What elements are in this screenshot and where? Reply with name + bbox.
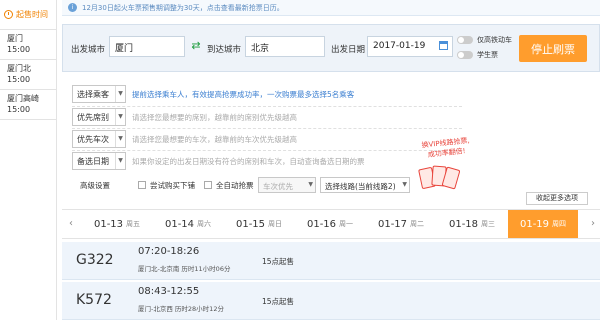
train-stations: 厦门-北京西 历时28小时12分 — [138, 305, 224, 313]
date-tab-weekday: 周六 — [197, 220, 212, 228]
calendar-icon[interactable] — [439, 41, 448, 50]
date-tab-date: 01-14 — [164, 218, 195, 230]
date-label: 出发日期 — [331, 45, 366, 55]
date-tab[interactable]: 01-18 周三 — [437, 210, 507, 238]
divider — [72, 128, 462, 129]
sidebar-header: 起售时间 — [0, 0, 56, 30]
backup-date-hint: 如果你设定的出发日期没有符合的席别和车次，自动查询备选日期的票 — [132, 157, 365, 166]
sidebar-station: 厦门 — [7, 34, 23, 43]
sidebar-station: 厦门北 — [7, 64, 31, 73]
date-tab-weekday: 周三 — [481, 220, 496, 228]
date-tab-weekday: 周四 — [552, 220, 567, 228]
info-icon: i — [68, 3, 77, 12]
date-tab[interactable]: 01-16 周一 — [295, 210, 365, 238]
to-label: 到达城市 — [207, 45, 242, 55]
promo-text: 换VIP线路抢票, 成功率翻倍! — [421, 136, 471, 161]
sidebar-item: 厦门高崎 15:00 — [0, 90, 56, 120]
student-toggle[interactable] — [457, 51, 473, 59]
sale-status: 15点起售 — [262, 297, 295, 306]
from-city-input[interactable]: 厦门 — [109, 36, 185, 57]
divider — [72, 150, 462, 151]
date-tab-weekday: 周五 — [126, 220, 141, 228]
date-tab-date: 01-15 — [235, 218, 266, 230]
train-priority-value: 车次优先 — [263, 182, 293, 191]
priority-seat-select[interactable]: 优先席别 ▼ — [72, 108, 126, 126]
priority-train-hint: 请选择您最想要的车次，越靠前的车次优先级越高 — [132, 135, 297, 144]
passenger-select-label: 选择乘客 — [77, 90, 109, 99]
priority-train-label: 优先车次 — [77, 135, 109, 144]
chevron-down-icon: ▼ — [402, 181, 407, 188]
sidebar-item: 厦门 15:00 — [0, 30, 56, 60]
passenger-hint: 提前选择乘车人，有效提高抢票成功率，一次购票最多选择5名乘客 — [132, 90, 355, 99]
chevron-down-icon: ▼ — [115, 153, 125, 169]
sidebar-title: 起售时间 — [16, 10, 48, 19]
chevron-down-icon: ▼ — [308, 181, 313, 188]
from-label: 出发城市 — [71, 45, 106, 55]
backup-date-select[interactable]: 备选日期 ▼ — [72, 152, 126, 170]
priority-seat-label: 优先席别 — [77, 113, 109, 122]
chevron-down-icon: ▼ — [115, 131, 125, 147]
date-tab-active[interactable]: 01-19 周四 — [508, 210, 578, 238]
chevron-left-icon[interactable]: ‹ — [64, 210, 78, 238]
date-tab-date: 01-13 — [93, 218, 124, 230]
highspeed-toggle[interactable] — [457, 36, 473, 44]
train-row[interactable]: G322 07:20-18:26 厦门北-北京南 历时11小时06分 15点起售 — [62, 242, 600, 280]
date-tab[interactable]: 01-13 周五 — [82, 210, 152, 238]
sale-time-sidebar: 起售时间 厦门 15:00 厦门北 15:00 厦门高崎 15:00 — [0, 0, 57, 320]
date-tab-weekday: 周一 — [339, 220, 354, 228]
train-time: 07:20-18:26 — [138, 246, 200, 257]
date-tab-weekday: 周二 — [410, 220, 425, 228]
priority-train-select[interactable]: 优先车次 ▼ — [72, 130, 126, 148]
sidebar-time: 15:00 — [7, 45, 31, 54]
date-tab-date: 01-16 — [306, 218, 337, 230]
priority-seat-hint: 请选择您最想要的席别，越靠前的席别优先级越高 — [132, 113, 297, 122]
sidebar-time: 15:00 — [7, 105, 31, 114]
advanced-label: 高级设置 — [80, 181, 110, 190]
date-tab-weekday: 周日 — [268, 220, 283, 228]
stop-refresh-button[interactable]: 停止刷票 — [519, 35, 587, 62]
to-city-input[interactable]: 北京 — [245, 36, 325, 57]
route-value: 选择线路(当前线路2) — [325, 182, 396, 191]
clock-icon — [4, 10, 13, 19]
sale-status: 15点起售 — [262, 257, 295, 266]
date-tab[interactable]: 01-17 周二 — [366, 210, 436, 238]
notice-text[interactable]: 12月30日起火车票预售期调整为30天，点击查看最新抢票日历。 — [82, 3, 284, 13]
date-tabs: ‹ 01-13 周五 01-14 周六 01-15 周日 01-16 周一 01-17 周… — [62, 209, 600, 239]
train-stations: 厦门北-北京南 历时11小时06分 — [138, 265, 231, 273]
sidebar-item: 厦门北 15:00 — [0, 60, 56, 90]
search-bar: 出发城市 厦门 ⇄ 到达城市 北京 出发日期 2017-01-19 仅高铁动车 … — [62, 24, 600, 72]
date-tab[interactable]: 01-15 周日 — [224, 210, 294, 238]
lower-berth-label[interactable]: 尝试购买下铺 — [150, 180, 195, 191]
lower-berth-checkbox[interactable] — [138, 181, 146, 189]
train-row[interactable]: K572 08:43-12:55 厦门-北京西 历时28小时12分 15点起售 — [62, 282, 600, 320]
train-priority-select[interactable]: 车次优先 ▼ — [258, 177, 316, 193]
backup-date-label: 备选日期 — [77, 157, 109, 166]
route-select[interactable]: 选择线路(当前线路2) ▼ — [320, 177, 410, 193]
date-tab-date: 01-18 — [448, 218, 479, 230]
highspeed-label: 仅高铁动车 — [477, 36, 512, 44]
sidebar-time: 15:00 — [7, 75, 31, 84]
passenger-select[interactable]: 选择乘客 ▼ — [72, 85, 126, 103]
date-tab[interactable]: 01-14 周六 — [153, 210, 223, 238]
train-number: G322 — [76, 252, 114, 268]
sidebar-station: 厦门高崎 — [7, 94, 39, 103]
date-tab-date: 01-19 — [519, 218, 550, 230]
auto-grab-label[interactable]: 全自动抢票 — [216, 180, 254, 191]
notice-bar[interactable]: i 12月30日起火车票预售期调整为30天，点击查看最新抢票日历。 — [62, 0, 600, 16]
divider — [72, 106, 462, 107]
chevron-right-icon[interactable]: › — [586, 210, 600, 238]
vip-promo[interactable]: 换VIP线路抢票, 成功率翻倍! — [410, 134, 490, 194]
date-tab-date: 01-17 — [377, 218, 408, 230]
student-label: 学生票 — [477, 51, 498, 59]
chevron-down-icon: ▼ — [115, 109, 125, 125]
chevron-down-icon: ▼ — [115, 86, 125, 102]
train-number: K572 — [76, 292, 112, 308]
train-time: 08:43-12:55 — [138, 286, 200, 297]
auto-grab-checkbox[interactable] — [204, 181, 212, 189]
main-panel: i 12月30日起火车票预售期调整为30天，点击查看最新抢票日历。 出发城市 厦… — [62, 0, 600, 320]
collapse-options-button[interactable]: 收起更多选项 — [526, 192, 588, 205]
swap-icon[interactable]: ⇄ — [189, 39, 203, 53]
